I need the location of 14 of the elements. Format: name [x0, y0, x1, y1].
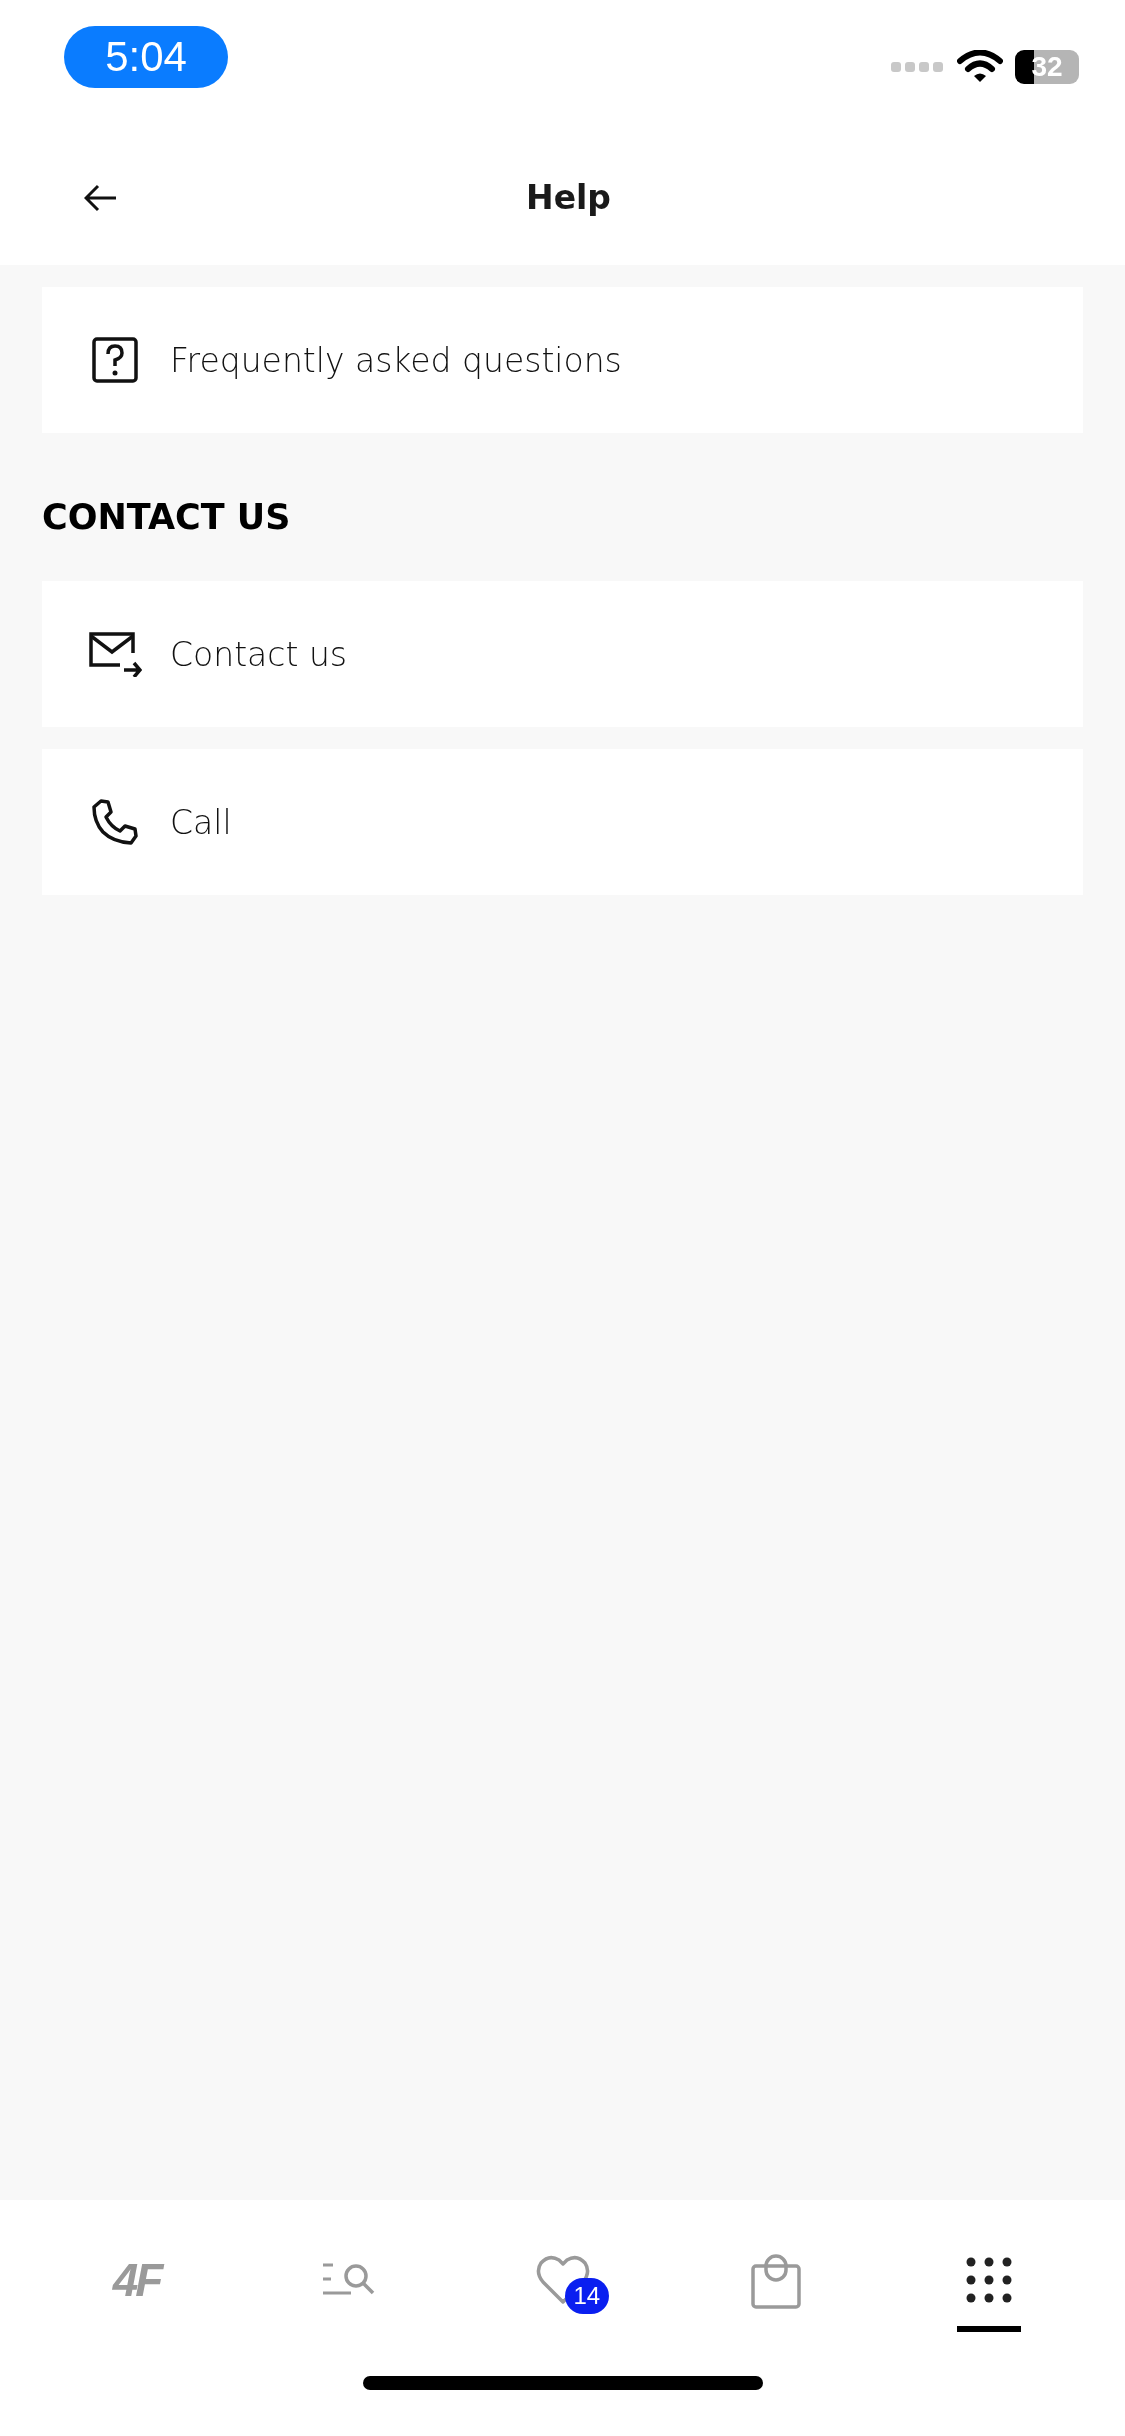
signal-icon: [891, 60, 945, 74]
section-heading: CONTACT US: [42, 497, 292, 537]
tab-underline: [956, 2326, 1021, 2332]
page-title: Help: [525, 178, 612, 217]
list-item[interactable]: Call: [42, 749, 1083, 895]
count-badge: 14: [564, 2278, 610, 2314]
wifi-icon: [957, 50, 1003, 84]
back-arrow-icon: [84, 183, 118, 212]
envelope-arrow-icon: [88, 631, 142, 677]
grid-dots-icon: [965, 2257, 1012, 2303]
list-item[interactable]: Frequently asked questions: [42, 287, 1083, 433]
tab-button[interactable]: 14: [492, 2200, 633, 2340]
list-item[interactable]: Contact us: [42, 581, 1083, 727]
time-pill: 5:04: [64, 26, 228, 88]
